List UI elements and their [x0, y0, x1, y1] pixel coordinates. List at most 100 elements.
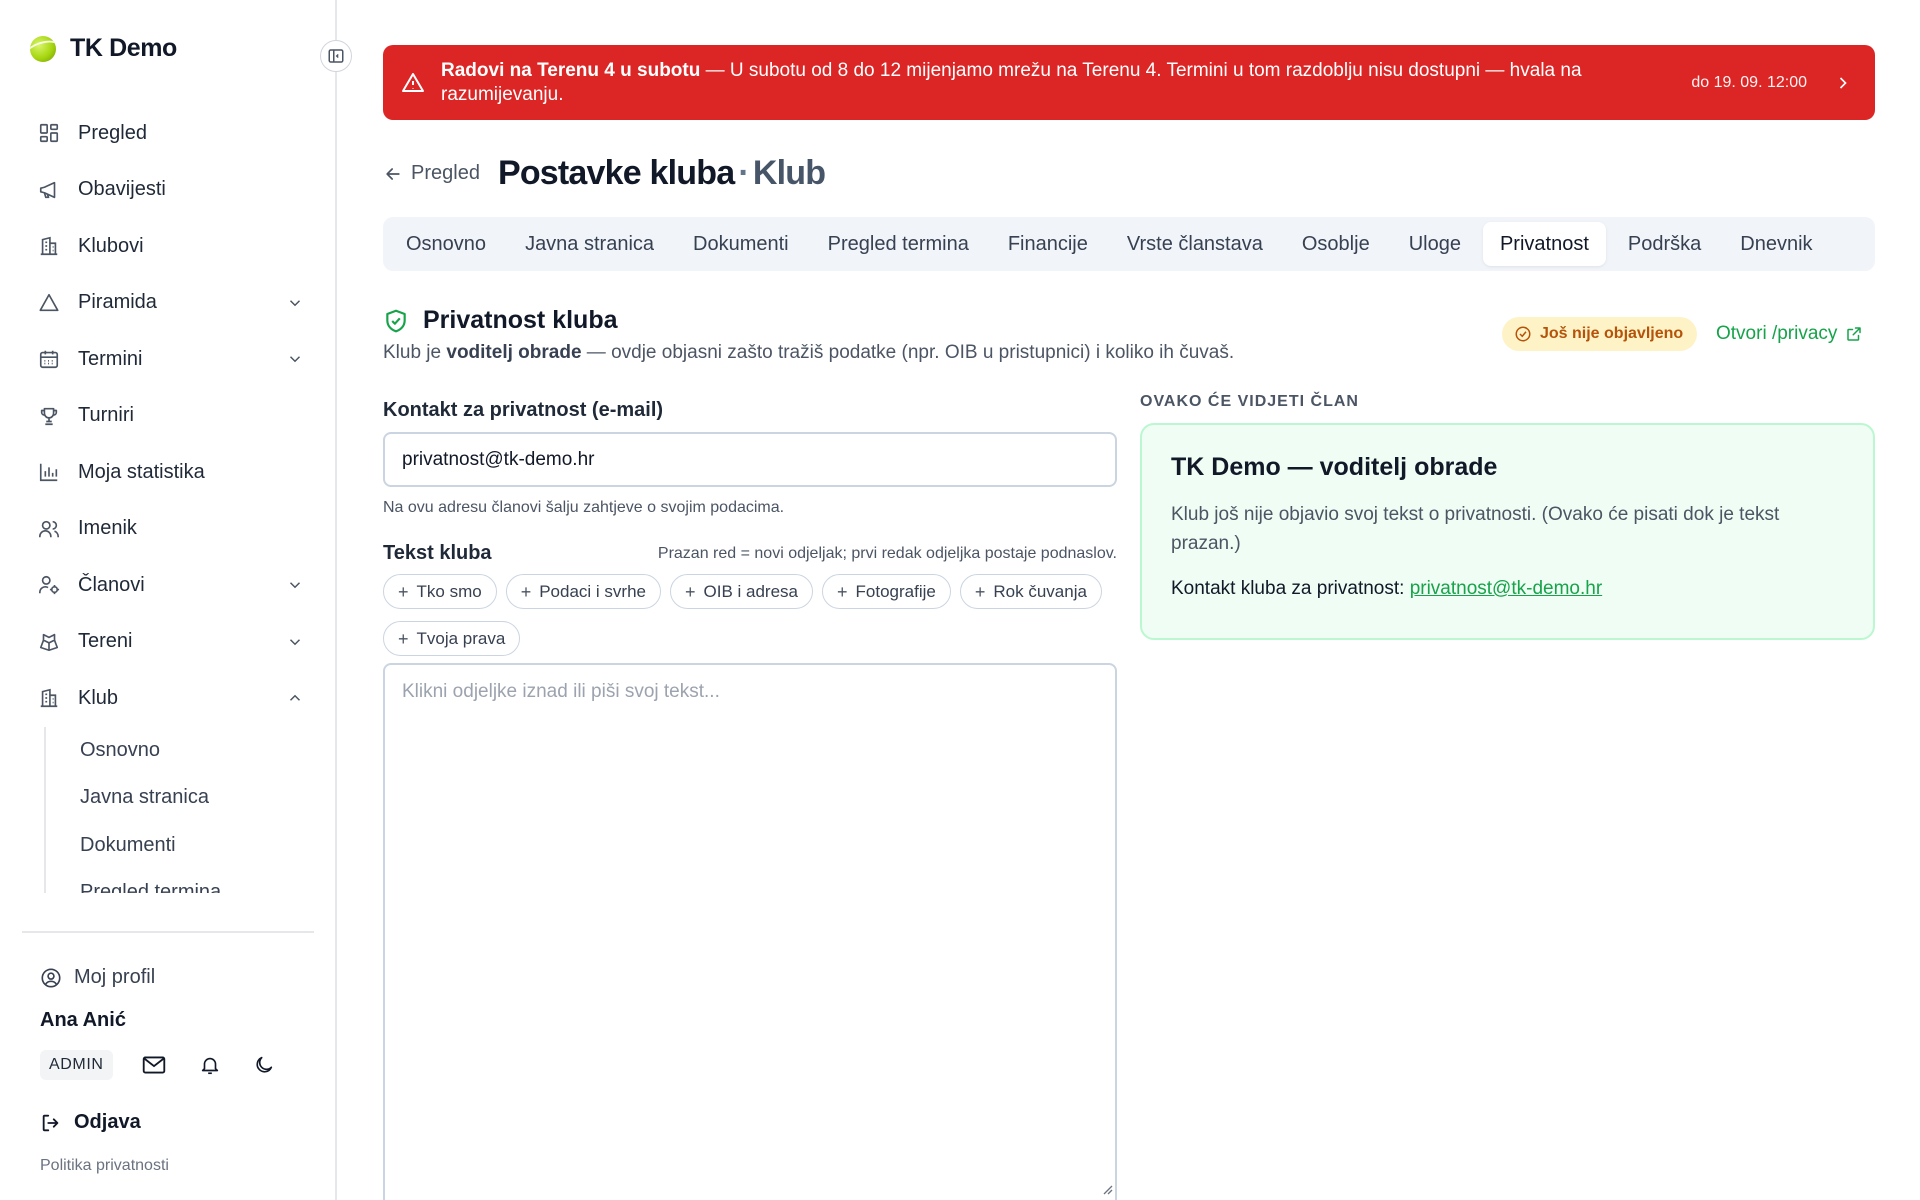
- alert-banner[interactable]: Radovi na Terenu 4 u subotu — U subotu o…: [383, 45, 1875, 120]
- tab-uloge[interactable]: Uloge: [1392, 222, 1478, 266]
- chevron-right-icon[interactable]: [1833, 73, 1853, 93]
- page-title-main: Postavke kluba: [497, 154, 735, 192]
- profile-link-label: Moj profil: [74, 966, 156, 988]
- chevron-up-icon[interactable]: [286, 689, 304, 707]
- chip-label: Rok čuvanja: [993, 581, 1087, 601]
- calendar-icon: [39, 351, 59, 369]
- sidebar-item-turniri[interactable]: Turniri: [22, 388, 314, 445]
- plus-icon: +: [685, 581, 696, 602]
- sidebar-item-tereni[interactable]: Tereni: [22, 614, 314, 671]
- page-title-separator: ·: [738, 154, 749, 192]
- tab-dokumenti[interactable]: Dokumenti: [676, 222, 806, 266]
- building-icon: [40, 236, 58, 256]
- sidebar: TK Demo Pregled Obavijesti Klubovi Piram…: [0, 0, 337, 1200]
- chip-tvoja-prava[interactable]: + Tvoja prava: [383, 621, 521, 656]
- chip-label: Podaci i svrhe: [539, 581, 646, 601]
- club-text-textarea[interactable]: [383, 663, 1117, 1200]
- chip-fotografije[interactable]: + Fotografije: [822, 574, 951, 609]
- privacy-policy-link[interactable]: Politika privatnosti: [40, 1157, 169, 1175]
- sidebar-item-moja-statistika[interactable]: Moja statistika: [22, 444, 314, 501]
- preview-contact-label: Kontakt kluba za privatnost:: [1171, 578, 1410, 599]
- tab-vrste-clanstava[interactable]: Vrste članstava: [1110, 222, 1280, 266]
- tab-financije[interactable]: Financije: [991, 222, 1105, 266]
- tab-pregled-termina[interactable]: Pregled termina: [811, 222, 986, 266]
- user-actions: ADMIN: [40, 1050, 275, 1080]
- bell-icon[interactable]: [199, 1054, 221, 1076]
- club-text-hint: Prazan red = novi odjeljak; prvi redak o…: [657, 545, 1117, 562]
- section-header: Privatnost kluba: [383, 306, 618, 335]
- resize-handle-icon[interactable]: [1101, 1183, 1113, 1195]
- tab-dnevnik[interactable]: Dnevnik: [1723, 222, 1829, 266]
- sidebar-item-label: Imenik: [78, 517, 137, 540]
- sidebar-item-obavijesti[interactable]: Obavijesti: [22, 162, 314, 219]
- status-badge: Još nije objavljeno: [1502, 317, 1698, 351]
- chip-oib-i-adresa[interactable]: + OIB i adresa: [670, 574, 814, 609]
- status-badge-label: Još nije objavljeno: [1540, 325, 1684, 342]
- back-link[interactable]: Pregled: [383, 162, 480, 185]
- brand[interactable]: TK Demo: [30, 34, 177, 63]
- tab-osoblje[interactable]: Osoblje: [1285, 222, 1387, 266]
- court-icon: [39, 633, 59, 651]
- banner-until: do 19. 09. 12:00: [1691, 73, 1807, 91]
- check-circle-icon: [1515, 326, 1531, 342]
- tab-osnovno[interactable]: Osnovno: [389, 222, 503, 266]
- logout-label: Odjava: [74, 1111, 141, 1133]
- sidebar-toggle-icon: [328, 49, 344, 63]
- sidebar-collapse-button[interactable]: [320, 40, 352, 72]
- chip-podaci-i-svrhe[interactable]: + Podaci i svrhe: [505, 574, 661, 609]
- warning-icon: [402, 72, 424, 92]
- tab-privatnost[interactable]: Privatnost: [1482, 222, 1606, 266]
- open-privacy-label: Otvori /privacy: [1716, 323, 1838, 344]
- moon-icon[interactable]: [253, 1054, 275, 1076]
- subnav-item-dokumenti[interactable]: Dokumenti: [46, 822, 314, 870]
- chip-label: OIB i adresa: [703, 581, 799, 601]
- section-desc-post: — ovdje objasni zašto tražiš podatke (np…: [581, 342, 1235, 363]
- chevron-down-icon[interactable]: [286, 294, 304, 312]
- plus-icon: +: [398, 628, 409, 649]
- sidebar-item-klub[interactable]: Klub: [22, 670, 314, 727]
- subnav-item-javna-stranica[interactable]: Javna stranica: [46, 774, 314, 822]
- sidebar-item-label: Klub: [78, 686, 119, 709]
- contact-email-input[interactable]: [383, 432, 1117, 487]
- preview-card: TK Demo — voditelj obrade Klub još nije …: [1140, 423, 1875, 640]
- sidebar-item-label: Klubovi: [78, 234, 144, 257]
- chip-tko-smo[interactable]: + Tko smo: [383, 574, 497, 609]
- role-badge: ADMIN: [40, 1050, 113, 1080]
- chevron-down-icon[interactable]: [286, 350, 304, 368]
- subnav-item-pregled-termina[interactable]: Pregled termina: [46, 869, 314, 892]
- sidebar-item-clanovi[interactable]: Članovi: [22, 557, 314, 614]
- page-title: Postavke kluba · Klub: [497, 154, 826, 193]
- arrow-left-icon: [386, 167, 400, 180]
- page-header: Pregled Postavke kluba · Klub: [383, 154, 826, 193]
- sidebar-item-label: Piramida: [78, 291, 157, 314]
- logout-button[interactable]: Odjava: [40, 1111, 141, 1134]
- sidebar-item-label: Tereni: [78, 630, 133, 653]
- bar-chart-icon: [39, 464, 58, 482]
- preview-contact-email-link[interactable]: privatnost@tk-demo.hr: [1410, 578, 1602, 599]
- tennis-ball-logo-icon: [30, 35, 56, 62]
- user-name: Ana Anić: [40, 1009, 126, 1031]
- chevron-down-icon[interactable]: [286, 576, 304, 594]
- section-title: Privatnost kluba: [423, 306, 618, 334]
- sidebar-item-label: Članovi: [78, 573, 145, 596]
- subnav-item-osnovno[interactable]: Osnovno: [46, 727, 314, 775]
- tab-javna-stranica[interactable]: Javna stranica: [508, 222, 671, 266]
- chip-label: Tko smo: [416, 581, 482, 601]
- plus-icon: +: [837, 581, 848, 602]
- sidebar-item-label: Obavijesti: [78, 178, 166, 201]
- tab-podrska[interactable]: Podrška: [1611, 222, 1718, 266]
- sidebar-item-imenik[interactable]: Imenik: [22, 501, 314, 558]
- open-privacy-link[interactable]: Otvori /privacy: [1716, 323, 1863, 345]
- sidebar-item-pregled[interactable]: Pregled: [22, 105, 314, 162]
- banner-title: Radovi na Terenu 4 u subotu: [441, 59, 701, 81]
- sidebar-item-label: Pregled: [78, 121, 147, 144]
- chevron-down-icon[interactable]: [286, 633, 304, 651]
- profile-link[interactable]: Moj profil: [40, 966, 155, 989]
- chip-rok-cuvanja[interactable]: + Rok čuvanja: [959, 574, 1102, 609]
- sidebar-item-termini[interactable]: Termini: [22, 331, 314, 388]
- logout-icon: [42, 1114, 59, 1131]
- sidebar-item-piramida[interactable]: Piramida: [22, 275, 314, 332]
- mail-icon[interactable]: [141, 1052, 167, 1078]
- section-description: Klub je voditelj obrade — ovdje objasni …: [383, 342, 1234, 364]
- sidebar-item-klubovi[interactable]: Klubovi: [22, 218, 314, 275]
